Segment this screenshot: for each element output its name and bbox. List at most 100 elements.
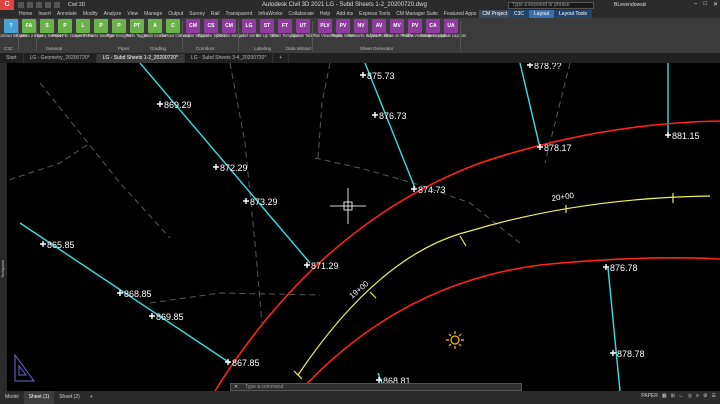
tab-add-ins[interactable]: Add-ins bbox=[333, 10, 356, 18]
application-menu-button[interactable]: C bbox=[0, 0, 14, 10]
spot-elevation[interactable]: 881.15 bbox=[665, 131, 700, 141]
open-icon[interactable] bbox=[27, 2, 33, 8]
ribbon-separator bbox=[36, 21, 37, 51]
label-genie-icon: LG bbox=[242, 19, 256, 33]
tab-insert[interactable]: Insert bbox=[35, 10, 54, 18]
tab-output[interactable]: Output bbox=[165, 10, 186, 18]
lineweight-icon[interactable]: ≡ bbox=[696, 393, 699, 399]
snap-icon[interactable]: ⊞ bbox=[671, 393, 675, 399]
dashed-line bbox=[39, 82, 171, 239]
close-button[interactable]: ✕ bbox=[713, 1, 718, 8]
update-table-button[interactable]: UT Update Table bbox=[291, 19, 315, 38]
drawing-canvas[interactable]: 875.73 876.73 869.29 872.29 873.29 874.73 878.… bbox=[0, 63, 720, 391]
spot-elevation[interactable]: 869.85 bbox=[149, 312, 184, 322]
spot-elevation[interactable]: 878.78 bbox=[610, 349, 645, 359]
document-tab[interactable]: LG - Subd Sheets 1-2_20200720* bbox=[96, 54, 185, 63]
user-account[interactable]: BLevendowski bbox=[614, 2, 646, 8]
tab-express-tools[interactable]: Express Tools bbox=[356, 10, 393, 18]
document-tab[interactable]: LG - Subd Sheets 3-4_20200720* bbox=[185, 54, 274, 63]
tab-modify[interactable]: Modify bbox=[80, 10, 101, 18]
new-tab-button[interactable]: + bbox=[273, 54, 290, 63]
tab-featured-apps[interactable]: Featured Apps bbox=[441, 10, 480, 18]
civil3d-window: C Civil 3D Autodesk Civil 3D 2021 LG - S… bbox=[0, 0, 720, 404]
spot-marker bbox=[360, 72, 366, 78]
tab-infraworks[interactable]: InfraWorks bbox=[255, 10, 285, 18]
spot-elevation[interactable]: 875.73 bbox=[360, 71, 395, 81]
spot-marker bbox=[40, 241, 46, 247]
spot-elevation-label: 876.73 bbox=[379, 111, 407, 121]
document-tab[interactable]: LG - Geometry_20200720* bbox=[24, 54, 97, 63]
grid-icon[interactable]: ▦ bbox=[662, 393, 667, 399]
update-layouts-button[interactable]: UA Update Layouts bbox=[438, 19, 466, 38]
corridor-mapper-icon: CM bbox=[186, 19, 200, 33]
spot-elevation[interactable]: 873.29 bbox=[243, 197, 278, 207]
osnap-icon[interactable]: ◎ bbox=[688, 393, 692, 399]
ortho-icon[interactable]: ∟ bbox=[679, 393, 684, 399]
lot-line bbox=[607, 267, 621, 391]
toolspace-palette[interactable]: Toolspace bbox=[0, 63, 7, 391]
move-profiles-icon: MV bbox=[390, 19, 404, 33]
layout-tabs: Model Sheet (1) Sheet (2) + bbox=[0, 391, 720, 404]
spot-elevation-label: 875.73 bbox=[367, 71, 395, 81]
spot-marker bbox=[243, 198, 249, 204]
adjust-profiles-icon: AV bbox=[372, 19, 386, 33]
dashed-line bbox=[314, 157, 521, 244]
search-input[interactable]: Type a keyword or phrase bbox=[508, 2, 594, 9]
tab-annotate[interactable]: Annotate bbox=[54, 10, 80, 18]
audit-grader-icon: A bbox=[148, 19, 162, 33]
layout-tab[interactable]: Sheet (2) bbox=[54, 391, 85, 404]
space-toggle[interactable]: PAPER bbox=[641, 393, 658, 399]
setup-table-icon: ST bbox=[260, 19, 274, 33]
tab-survey[interactable]: Survey bbox=[186, 10, 208, 18]
undo-icon[interactable] bbox=[45, 2, 51, 8]
spot-elevation[interactable]: 865.85 bbox=[40, 240, 75, 250]
ribbon-group-label: Pipes bbox=[118, 46, 130, 51]
context-tab-layout[interactable]: Layout bbox=[529, 10, 555, 18]
spot-elevation[interactable]: 869.29 bbox=[157, 100, 192, 110]
minimize-button[interactable]: – bbox=[694, 1, 697, 8]
close-icon[interactable]: ✕ bbox=[234, 384, 238, 390]
spot-elevation-label: 876.78 bbox=[610, 263, 638, 273]
document-tab[interactable]: Start bbox=[0, 54, 24, 63]
parts-tagger-icon: PT bbox=[130, 19, 144, 33]
settings-icon[interactable]: ⚙ bbox=[703, 393, 707, 399]
tab-view[interactable]: View bbox=[124, 10, 141, 18]
save-icon[interactable] bbox=[36, 2, 42, 8]
ribbon-group-label: Labeling bbox=[254, 46, 272, 51]
layout-tab[interactable]: Sheet (1) bbox=[23, 391, 55, 404]
maximize-button[interactable]: □ bbox=[703, 1, 707, 8]
tab-cm-manager-suite[interactable]: CM Manager Suite bbox=[393, 10, 441, 18]
spot-elevation[interactable]: 878.?? bbox=[527, 63, 562, 71]
networks-views-icon: NV bbox=[354, 19, 368, 33]
ribbon-separator bbox=[18, 21, 19, 51]
tab-home[interactable]: Home bbox=[16, 10, 35, 18]
tab-analyze[interactable]: Analyze bbox=[101, 10, 125, 18]
spot-elevation[interactable]: 874.73 bbox=[411, 185, 446, 195]
command-line[interactable]: ✕ Type a command bbox=[230, 383, 522, 391]
add-layout-button[interactable]: + bbox=[85, 391, 98, 404]
contact-icon: ? bbox=[4, 19, 18, 33]
lot-line bbox=[364, 63, 416, 189]
tab-transparent[interactable]: Transparent bbox=[222, 10, 255, 18]
tab-collaborate[interactable]: Collaborate bbox=[285, 10, 317, 18]
context-tab-layout-tools[interactable]: Layout Tools bbox=[554, 10, 593, 18]
customize-icon[interactable]: ☰ bbox=[712, 393, 716, 399]
alignment-tick bbox=[459, 235, 467, 247]
command-input[interactable]: Type a command bbox=[245, 384, 283, 390]
spot-elevation[interactable]: 876.73 bbox=[372, 111, 407, 121]
workspace-selector[interactable]: Civil 3D bbox=[68, 2, 85, 8]
spot-elevation[interactable]: 872.29 bbox=[213, 163, 248, 173]
create-layouts-icon: CA bbox=[426, 19, 440, 33]
profile-views-icon: PV bbox=[336, 19, 350, 33]
tab-help[interactable]: Help bbox=[317, 10, 333, 18]
drawing-svg: 875.73 876.73 869.29 872.29 873.29 874.73 878.… bbox=[0, 63, 720, 391]
redo-icon[interactable] bbox=[54, 2, 60, 8]
context-tab-c3c[interactable]: C3C bbox=[509, 10, 530, 18]
ribbon-separator bbox=[238, 21, 239, 51]
new-icon[interactable] bbox=[18, 2, 24, 8]
tab-rail[interactable]: Rail bbox=[208, 10, 223, 18]
spot-elevation-label: 869.29 bbox=[164, 100, 192, 110]
layout-tab[interactable]: Model bbox=[0, 391, 24, 404]
tab-manage[interactable]: Manage bbox=[141, 10, 165, 18]
toolspace-label: Toolspace bbox=[0, 259, 5, 278]
